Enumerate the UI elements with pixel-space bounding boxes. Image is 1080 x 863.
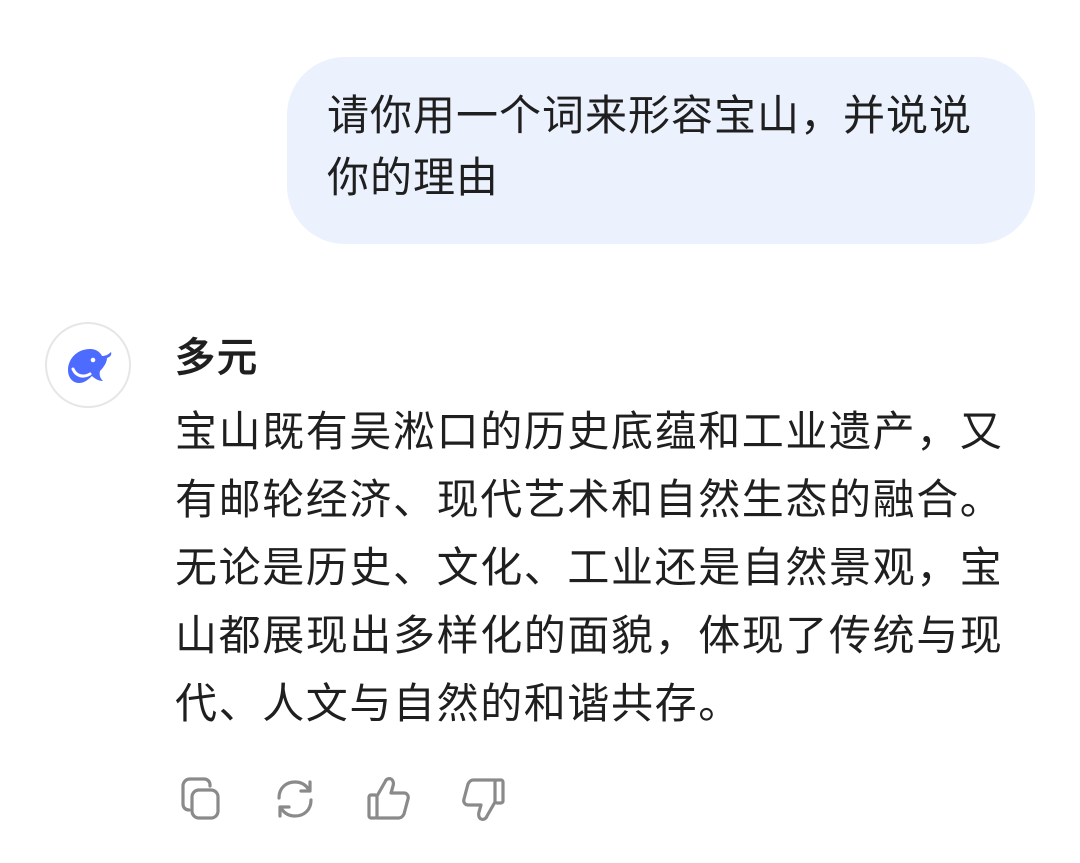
thumbs-down-icon <box>462 778 505 821</box>
assistant-avatar <box>45 322 131 408</box>
whale-logo-icon <box>68 349 112 383</box>
regenerate-button[interactable] <box>270 774 320 824</box>
assistant-message-text: 宝山既有吴淞口的历史底蕴和工业遗产，又有邮轮经济、现代艺术和自然生态的融合。无论… <box>175 407 1004 728</box>
copy-icon <box>181 777 220 820</box>
copy-button[interactable] <box>176 774 226 824</box>
user-message-bubble: 请你用一个词来形容宝山，并说说你的理由 <box>287 57 1035 244</box>
message-action-bar <box>176 774 508 824</box>
user-message-text: 请你用一个词来形容宝山，并说说你的理由 <box>327 91 973 202</box>
thumbs-up-icon <box>367 777 410 820</box>
like-button[interactable] <box>364 774 414 824</box>
assistant-name: 多元 <box>175 335 259 381</box>
dislike-button[interactable] <box>458 774 508 824</box>
regenerate-icon <box>277 780 313 818</box>
